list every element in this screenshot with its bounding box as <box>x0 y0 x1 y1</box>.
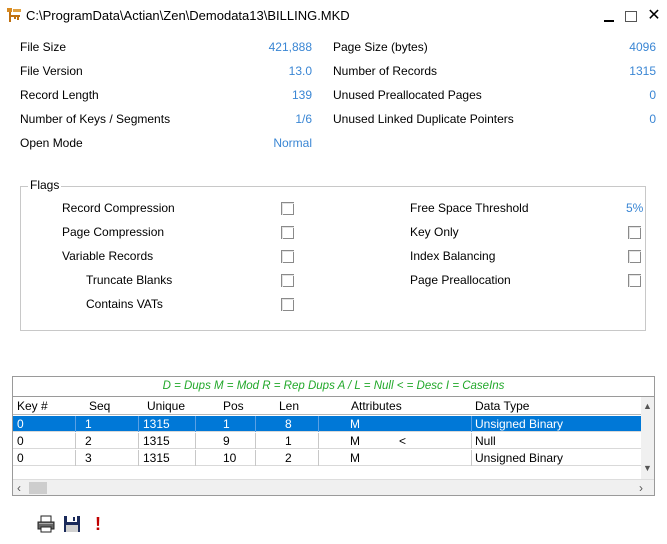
file-statistics-window: C:\ProgramData\Actian\Zen\Demodata13\BIL… <box>0 0 667 544</box>
cell-len: 1 <box>285 434 292 448</box>
number-of-records-value: 1315 <box>629 64 656 78</box>
scroll-down-icon[interactable]: ▼ <box>643 463 652 473</box>
page-compression-checkbox[interactable] <box>281 226 294 239</box>
key-only-checkbox[interactable] <box>628 226 641 239</box>
attribute-legend: D = Dups M = Mod R = Rep Dups A / L = Nu… <box>12 376 655 396</box>
cell-pos: 1 <box>223 417 230 431</box>
maximize-icon <box>625 10 637 22</box>
cell-unique: 1315 <box>143 417 170 431</box>
key-segments-grid[interactable]: Key # Seq Unique Pos Len Attributes Data… <box>12 396 655 496</box>
variable-records-label: Variable Records <box>62 249 154 263</box>
unused-dup-pointers-value: 0 <box>649 112 656 126</box>
cell-len: 8 <box>285 417 292 431</box>
record-compression-label: Record Compression <box>62 201 175 215</box>
column-header-len[interactable]: Len <box>279 399 299 413</box>
cell-attr-mod: M <box>350 434 360 448</box>
contains-vats-checkbox[interactable] <box>281 298 294 311</box>
open-mode-value: Normal <box>273 136 312 150</box>
cell-unique: 1315 <box>143 451 170 465</box>
open-mode-label: Open Mode <box>20 136 83 150</box>
cell-seq: 1 <box>85 417 92 431</box>
printer-icon <box>37 515 55 533</box>
page-preallocation-label: Page Preallocation <box>410 273 511 287</box>
column-header-attributes[interactable]: Attributes <box>351 399 402 413</box>
column-header-pos[interactable]: Pos <box>223 399 244 413</box>
exclamation-icon: ! <box>95 513 101 534</box>
column-header-unique[interactable]: Unique <box>147 399 185 413</box>
page-size-label: Page Size (bytes) <box>333 40 428 54</box>
close-icon: ✕ <box>647 7 661 24</box>
cell-data-type: Null <box>475 434 496 448</box>
contains-vats-label: Contains VATs <box>86 297 163 311</box>
page-size-value: 4096 <box>629 40 656 54</box>
file-size-value: 421,888 <box>268 40 312 54</box>
grid-header: Key # Seq Unique Pos Len Attributes Data… <box>13 397 641 415</box>
cell-pos: 9 <box>223 434 230 448</box>
variable-records-checkbox[interactable] <box>281 250 294 263</box>
free-space-threshold-value[interactable]: 5% <box>626 201 643 215</box>
scroll-up-icon[interactable]: ▲ <box>643 401 652 411</box>
free-space-threshold-label: Free Space Threshold <box>410 201 529 215</box>
record-length-value: 139 <box>291 88 312 102</box>
record-compression-checkbox[interactable] <box>281 202 294 215</box>
keys-segments-label: Number of Keys / Segments <box>20 112 171 126</box>
file-size-label: File Size <box>20 40 67 54</box>
index-balancing-label: Index Balancing <box>410 249 496 263</box>
key-only-label: Key Only <box>410 225 459 239</box>
file-version-value: 13.0 <box>288 64 312 78</box>
alert-button[interactable]: ! <box>86 512 110 536</box>
flags-title: Flags <box>28 178 62 192</box>
column-header-key[interactable]: Key # <box>17 399 48 413</box>
page-preallocation-checkbox[interactable] <box>628 274 641 287</box>
table-row[interactable]: 0 2 1315 9 1 M < Null <box>13 433 641 449</box>
unused-prealloc-value: 0 <box>649 88 656 102</box>
cell-attr-mod: M <box>350 451 360 465</box>
cell-key: 0 <box>17 434 24 448</box>
maximize-button[interactable] <box>620 6 642 26</box>
record-length-label: Record Length <box>20 88 99 102</box>
vertical-scrollbar[interactable]: ▲ ▼ <box>641 397 654 479</box>
unused-prealloc-label: Unused Preallocated Pages <box>333 88 482 102</box>
truncate-blanks-label: Truncate Blanks <box>86 273 173 287</box>
save-button[interactable] <box>60 512 84 536</box>
cell-len: 2 <box>285 451 292 465</box>
print-button[interactable] <box>34 512 58 536</box>
table-row[interactable]: 0 3 1315 10 2 M Unsigned Binary <box>13 450 641 466</box>
table-row[interactable]: 0 1 1315 1 8 M Unsigned Binary <box>13 416 641 432</box>
minimize-button[interactable] <box>598 6 620 26</box>
column-header-data-type[interactable]: Data Type <box>475 399 529 413</box>
cell-attr-mod: M <box>350 417 360 431</box>
title-bar[interactable]: C:\ProgramData\Actian\Zen\Demodata13\BIL… <box>0 0 667 30</box>
scroll-right-icon[interactable]: › <box>639 481 643 495</box>
horizontal-scrollbar[interactable]: ‹ › <box>13 479 654 495</box>
cell-attr-desc: < <box>399 434 407 448</box>
column-header-seq[interactable]: Seq <box>89 399 110 413</box>
truncate-blanks-checkbox[interactable] <box>281 274 294 287</box>
number-of-records-label: Number of Records <box>333 64 438 78</box>
page-compression-label: Page Compression <box>62 225 165 239</box>
minimize-icon <box>604 20 614 22</box>
cell-key: 0 <box>17 417 24 431</box>
cell-unique: 1315 <box>143 434 170 448</box>
floppy-disk-icon <box>64 516 80 532</box>
close-button[interactable]: ✕ <box>643 6 665 26</box>
scroll-left-icon[interactable]: ‹ <box>17 481 21 495</box>
btrieve-key-icon <box>7 8 21 22</box>
unused-dup-pointers-label: Unused Linked Duplicate Pointers <box>333 112 514 126</box>
cell-seq: 2 <box>85 434 92 448</box>
horizontal-scroll-thumb[interactable] <box>29 482 47 494</box>
keys-segments-value: 1/6 <box>295 112 312 126</box>
file-version-label: File Version <box>20 64 83 78</box>
cell-data-type: Unsigned Binary <box>475 451 564 465</box>
cell-data-type: Unsigned Binary <box>475 417 564 431</box>
window-title: C:\ProgramData\Actian\Zen\Demodata13\BIL… <box>26 8 350 23</box>
cell-key: 0 <box>17 451 24 465</box>
cell-seq: 3 <box>85 451 92 465</box>
cell-pos: 10 <box>223 451 237 465</box>
index-balancing-checkbox[interactable] <box>628 250 641 263</box>
